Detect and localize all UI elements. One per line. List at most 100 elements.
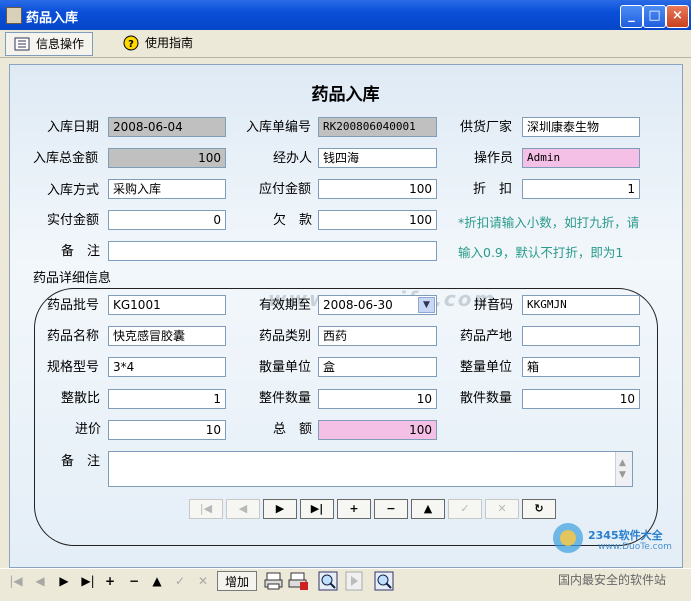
query-icon[interactable] [318, 571, 338, 591]
scroll-down-icon[interactable]: ▼ [619, 466, 626, 484]
print-icon[interactable] [288, 571, 310, 591]
bottom-post-button[interactable]: ✓ [172, 571, 188, 591]
tab-label: 使用指南 [145, 36, 194, 50]
detail-remark-label: 备 注 [61, 454, 101, 469]
in-date-field[interactable]: 2008-06-04 [108, 117, 226, 137]
paid-field[interactable]: 0 [108, 210, 226, 230]
maximize-button[interactable]: □ [643, 5, 666, 28]
search-icon[interactable] [374, 571, 394, 591]
bottom-add-button[interactable]: + [102, 571, 118, 591]
price-field[interactable]: 10 [108, 420, 226, 440]
prev-record-button[interactable]: ◀ [226, 499, 260, 519]
play-icon[interactable] [345, 571, 363, 591]
tab-bar: 信息操作 ? 使用指南 [0, 30, 691, 58]
payable-label: 应付金额 [259, 182, 312, 197]
bottom-cancel-button[interactable]: ✕ [195, 571, 211, 591]
drug-name-label: 药品名称 [47, 329, 100, 344]
handler-field[interactable]: 钱四海 [318, 148, 437, 168]
loose-qty-field[interactable]: 10 [522, 389, 640, 409]
batch-no-label: 药品批号 [47, 298, 100, 313]
watermark-logo-text: 2345软件大全 [588, 529, 663, 542]
tab-info-operation[interactable]: 信息操作 [5, 32, 94, 56]
ratio-label: 整散比 [61, 391, 101, 406]
detail-section-title: 药品详细信息 [33, 271, 112, 286]
post-record-button[interactable]: ✓ [448, 499, 482, 519]
pinyin-field[interactable]: KKGMJN [522, 295, 640, 315]
cancel-record-button[interactable]: ✕ [485, 499, 519, 519]
tab-user-guide[interactable]: ? 使用指南 [115, 32, 201, 54]
list-icon [14, 37, 30, 51]
in-date-label: 入库日期 [47, 120, 100, 135]
watermark-url: www.DuoTe.com [598, 542, 672, 552]
price-label: 进价 [75, 422, 102, 437]
app-book-icon [6, 7, 22, 24]
pinyin-label: 拼音码 [474, 298, 514, 313]
in-method-label: 入库方式 [47, 183, 100, 198]
ratio-field[interactable]: 1 [108, 389, 226, 409]
help-icon: ? [123, 35, 139, 51]
delete-record-button[interactable]: − [374, 499, 408, 519]
total-amount-label: 入库总金额 [33, 151, 99, 166]
first-record-button[interactable]: |◀ [189, 499, 223, 519]
operator-label: 操作员 [474, 151, 514, 166]
last-record-button[interactable]: ▶| [300, 499, 334, 519]
close-button[interactable]: × [666, 5, 689, 28]
next-record-button[interactable]: ▶ [263, 499, 297, 519]
payable-field[interactable]: 100 [318, 179, 437, 199]
discount-field[interactable]: 1 [522, 179, 640, 199]
supplier-label: 供货厂家 [460, 120, 513, 135]
bottom-prev-button[interactable]: ◀ [32, 571, 48, 591]
spec-field[interactable]: 3*4 [108, 357, 226, 377]
discount-label: 折 扣 [473, 182, 513, 197]
bottom-edit-button[interactable]: ▲ [149, 571, 165, 591]
bottom-next-button[interactable]: ▶ [56, 571, 72, 591]
watermark-tagline: 国内最安全的软件站 [558, 573, 667, 587]
discount-note-line2: 输入0.9，默认不打折，即为1 [458, 245, 624, 260]
batch-no-field[interactable]: KG1001 [108, 295, 226, 315]
discount-note-line1: *折扣请输入小数，如打九折，请 [458, 215, 640, 230]
bottom-first-button[interactable]: |◀ [8, 571, 24, 591]
minimize-button[interactable]: _ [620, 5, 643, 28]
window-title: 药品入库 [26, 11, 79, 26]
bottom-delete-button[interactable]: − [126, 571, 142, 591]
bottom-last-button[interactable]: ▶| [80, 571, 96, 591]
chevron-down-icon[interactable]: ▼ [418, 297, 435, 313]
loose-qty-label: 散件数量 [460, 391, 513, 406]
total-field[interactable]: 100 [318, 420, 437, 440]
refresh-button[interactable]: ↻ [522, 499, 556, 519]
remark-field[interactable] [108, 241, 437, 261]
owed-field[interactable]: 100 [318, 210, 437, 230]
total-amount-field[interactable]: 100 [108, 148, 226, 168]
title-bar: 药品入库 _ □ × [0, 0, 691, 30]
in-no-field[interactable]: RK200806040001 [318, 117, 437, 137]
svg-text:?: ? [128, 39, 134, 50]
supplier-field[interactable]: 深圳康泰生物 [522, 117, 640, 137]
operator-field[interactable]: Admin [522, 148, 640, 168]
form-heading: 药品入库 [311, 85, 380, 105]
add-button[interactable]: 增加 [217, 571, 257, 591]
unit-whole-field[interactable]: 箱 [522, 357, 640, 377]
origin-field[interactable] [522, 326, 640, 346]
remark-label: 备 注 [61, 244, 101, 259]
unit-loose-field[interactable]: 盒 [318, 357, 437, 377]
handler-label: 经办人 [273, 151, 313, 166]
owed-label: 欠 款 [273, 213, 313, 228]
print-preview-icon[interactable] [264, 571, 284, 591]
expiry-datepicker[interactable]: 2008-06-30 ▼ [318, 295, 437, 315]
drug-name-field[interactable]: 快克感冒胶囊 [108, 326, 226, 346]
category-label: 药品类别 [259, 329, 312, 344]
in-method-field[interactable]: 采购入库 [108, 179, 226, 199]
whole-qty-field[interactable]: 10 [318, 389, 437, 409]
remark-scrollbar[interactable]: ▲ ▼ [615, 452, 632, 486]
paid-label: 实付金额 [47, 213, 100, 228]
origin-label: 药品产地 [460, 329, 513, 344]
edit-record-button[interactable]: ▲ [411, 499, 445, 519]
detail-remark-textarea[interactable]: ▲ ▼ [108, 451, 633, 487]
category-field[interactable]: 西药 [318, 326, 437, 346]
watermark-logo-icon [553, 523, 583, 553]
spec-label: 规格型号 [47, 360, 100, 375]
total-label: 总 额 [273, 422, 313, 437]
unit-loose-label: 散量单位 [259, 360, 312, 375]
tab-label: 信息操作 [36, 37, 85, 51]
add-record-button[interactable]: + [337, 499, 371, 519]
